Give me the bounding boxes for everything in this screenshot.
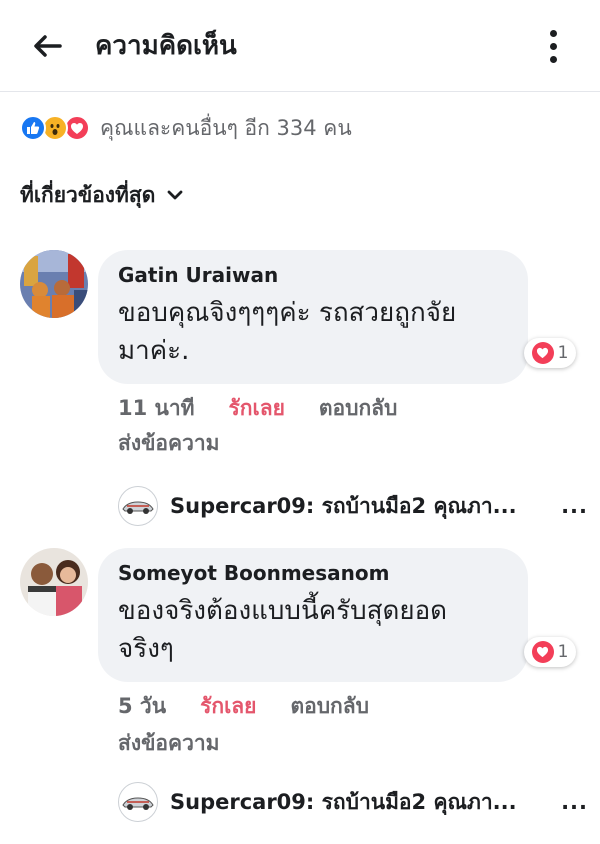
page-logo — [118, 486, 158, 526]
avatar[interactable] — [20, 250, 88, 318]
reaction-icons — [20, 115, 90, 141]
reactions-summary-text: คุณและคนอื่นๆ อีก 334 คน — [100, 115, 352, 140]
comment-author[interactable]: Gatin Uraiwan — [118, 260, 508, 290]
comment-timestamp[interactable]: 11 นาที — [118, 392, 195, 425]
comment-actions: 11 นาที รักเลย ตอบกลับ — [118, 392, 397, 425]
like-icon — [20, 115, 46, 141]
send-message-button[interactable]: ส่งข้อความ — [118, 427, 220, 460]
send-message-button[interactable]: ส่งข้อความ — [118, 727, 220, 760]
comment-bubble[interactable]: Someyot Boonmesanom ของจริงต้องแบบนี้ครั… — [98, 548, 528, 682]
reaction-count: 1 — [557, 343, 569, 363]
page-title: ความคิดเห็น — [95, 31, 237, 61]
page-reply-preview[interactable]: Supercar09: รถบ้านมือ2 คุณภา... ... — [118, 780, 588, 824]
comment-actions: 5 วัน รักเลย ตอบกลับ — [118, 690, 369, 723]
reaction-badge[interactable]: 1 — [524, 637, 576, 667]
love-react-button[interactable]: รักเลย — [229, 392, 285, 425]
car-logo-icon — [122, 797, 154, 810]
avatar[interactable] — [20, 548, 88, 616]
arrow-left-icon — [34, 35, 62, 57]
love-react-button[interactable]: รักเลย — [200, 690, 256, 723]
page-reply-more[interactable]: ... — [561, 790, 588, 814]
comment-text-line: ของจริงต้องแบบนี้ครับสุดยอด — [118, 596, 448, 626]
reply-button[interactable]: ตอบกลับ — [290, 690, 369, 723]
car-logo-icon — [122, 501, 154, 514]
comment-bubble[interactable]: Gatin Uraiwan ขอบคุณจิงๆๆๆค่ะ รถสวยถูกจั… — [98, 250, 528, 384]
love-icon — [531, 641, 554, 663]
back-button[interactable] — [30, 28, 66, 64]
reaction-count: 1 — [557, 642, 569, 662]
page-reply-text: Supercar09: รถบ้านมือ2 คุณภา... — [170, 789, 517, 814]
page-reply-preview[interactable]: Supercar09: รถบ้านมือ2 คุณภา... ... — [118, 484, 588, 528]
comment-text-line: ขอบคุณจิงๆๆๆค่ะ รถสวยถูกจัย — [118, 298, 457, 328]
sort-label: ที่เกี่ยวข้องที่สุด — [20, 182, 156, 207]
reply-button[interactable]: ตอบกลับ — [319, 392, 398, 425]
comment-timestamp[interactable]: 5 วัน — [118, 690, 166, 723]
sort-dropdown[interactable]: ที่เกี่ยวข้องที่สุด — [20, 180, 183, 210]
more-options-button[interactable] — [538, 26, 568, 66]
reaction-badge[interactable]: 1 — [524, 338, 576, 368]
top-bar: ความคิดเห็น — [0, 0, 600, 92]
page-logo — [118, 782, 158, 822]
comment-author[interactable]: Someyot Boonmesanom — [118, 558, 508, 588]
comment-text: ของจริงต้องแบบนี้ครับสุดยอด จริงๆ — [118, 592, 508, 668]
page-reply-more[interactable]: ... — [561, 494, 588, 518]
reactions-summary[interactable]: คุณและคนอื่นๆ อีก 334 คน — [20, 113, 352, 143]
comment-text-line: จริงๆ — [118, 634, 174, 664]
comment-text: ขอบคุณจิงๆๆๆค่ะ รถสวยถูกจัย มาค่ะ. — [118, 294, 508, 370]
love-icon — [531, 342, 554, 364]
chevron-down-icon — [167, 189, 183, 201]
page-reply-text: Supercar09: รถบ้านมือ2 คุณภา... — [170, 493, 517, 518]
comment-text-line: มาค่ะ. — [118, 336, 190, 366]
more-vertical-icon — [549, 29, 557, 37]
